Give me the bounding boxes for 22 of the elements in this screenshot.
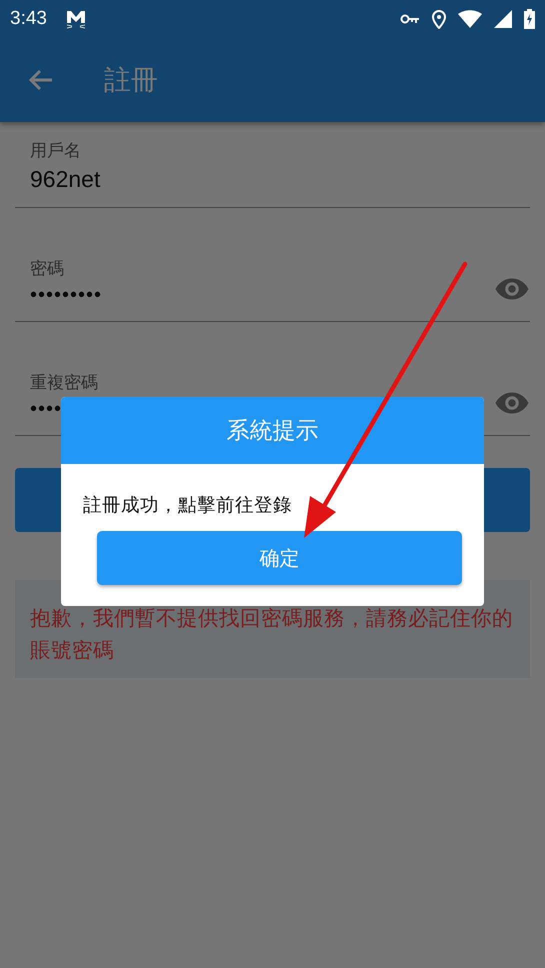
field-label: 重複密碼 bbox=[30, 372, 99, 394]
input-field[interactable]: 密碼 ••••••••• bbox=[15, 236, 530, 322]
field-label: 用戶名 bbox=[30, 140, 82, 162]
back-arrow-icon[interactable] bbox=[28, 68, 54, 92]
page-title: 註冊 bbox=[104, 64, 158, 98]
field-value: ••••••••• bbox=[30, 284, 104, 307]
key-icon bbox=[400, 13, 420, 25]
mail-icon bbox=[64, 9, 87, 29]
signal-icon bbox=[494, 10, 512, 28]
confirm-button[interactable]: 确定 bbox=[97, 531, 462, 585]
field-value: •••• bbox=[30, 398, 64, 421]
input-field[interactable]: 用戶名 962net bbox=[15, 122, 530, 208]
wifi-icon bbox=[458, 10, 482, 28]
status-time: 3:43 bbox=[10, 8, 47, 30]
field-value: 962net bbox=[30, 166, 102, 193]
notice-text: 抱歉，我們暫不提供找回密碼服務，請務必記住你的賬號密碼 bbox=[30, 605, 514, 664]
eye-icon[interactable] bbox=[494, 276, 530, 302]
location-icon bbox=[432, 10, 446, 28]
battery-icon bbox=[524, 9, 535, 29]
field-label: 密碼 bbox=[30, 258, 65, 280]
eye-icon[interactable] bbox=[494, 390, 530, 416]
dialog-message: 註冊成功，點擊前往登錄 bbox=[83, 494, 293, 517]
